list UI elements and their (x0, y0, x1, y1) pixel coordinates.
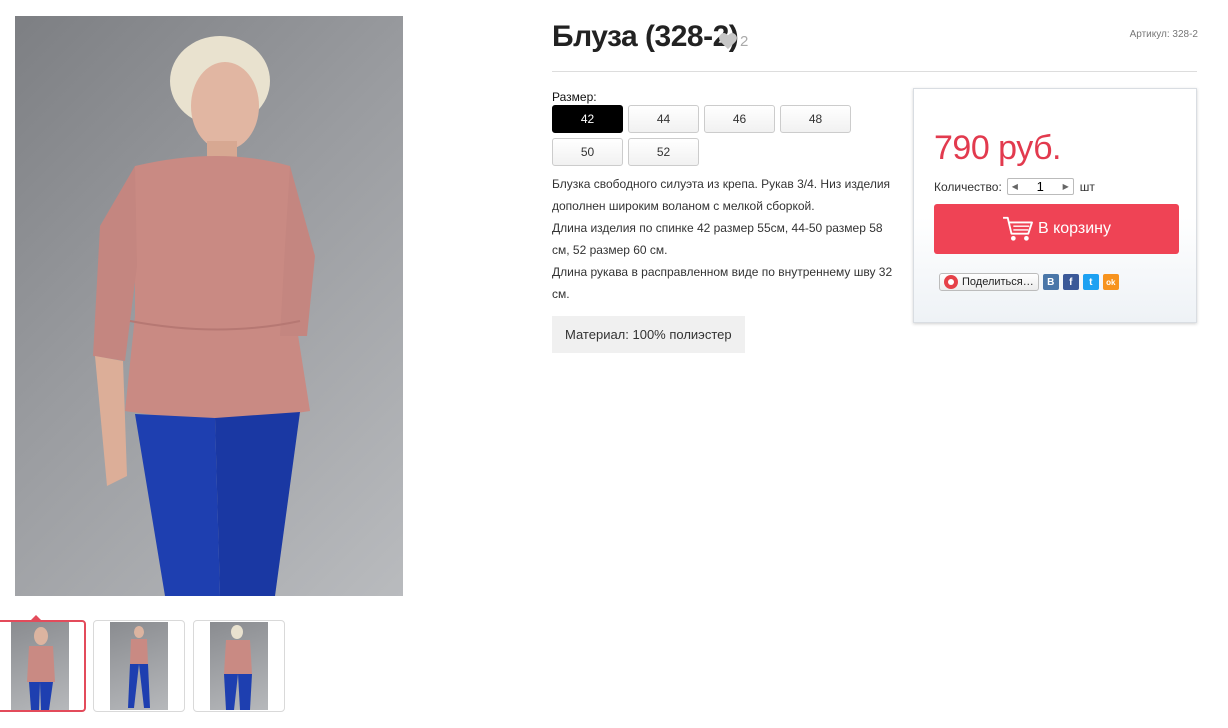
product-title: Блуза (328-2) (552, 20, 739, 53)
share-label: Поделиться… (962, 276, 1034, 288)
description-line: Длина изделия по спинке 42 размер 55см, … (552, 221, 883, 257)
thumbnail-1[interactable] (0, 615, 86, 712)
size-option-42[interactable]: 42 (552, 105, 623, 133)
vk-icon[interactable]: В (1042, 274, 1059, 290)
likes-count: 2 (740, 32, 749, 50)
quantity-row: Количество: ◀ 1 ▶ шт (934, 178, 1095, 195)
quantity-value[interactable]: 1 (1037, 179, 1044, 194)
thumbnail-image (210, 622, 268, 710)
share-row: Поделиться… В f t ok (939, 273, 1119, 291)
size-option-52[interactable]: 52 (628, 138, 699, 166)
twitter-icon[interactable]: t (1082, 274, 1099, 290)
description-line: Длина рукава в расправленном виде по вну… (552, 265, 893, 301)
size-option-46[interactable]: 46 (704, 105, 775, 133)
size-option-48[interactable]: 48 (780, 105, 851, 133)
size-label: Размер: (552, 90, 597, 104)
share-icon (944, 275, 958, 289)
increase-arrow-icon[interactable]: ▶ (1063, 182, 1069, 191)
description-line: Блузка свободного силуэта из крепа. Рука… (552, 177, 891, 213)
size-option-44[interactable]: 44 (628, 105, 699, 133)
material-info: Материал: 100% полиэстер (552, 316, 745, 353)
thumbnail-image (110, 622, 168, 710)
facebook-icon[interactable]: f (1062, 274, 1079, 290)
article-number: Артикул: 328-2 (1129, 29, 1198, 40)
quantity-stepper[interactable]: ◀ 1 ▶ (1006, 178, 1074, 195)
quantity-label: Количество: (934, 179, 1002, 194)
title-divider (552, 71, 1197, 72)
buy-box: 790 руб. Количество: ◀ 1 ▶ шт В корзину … (913, 88, 1197, 323)
add-to-cart-button[interactable]: В корзину (934, 204, 1179, 254)
price: 790 руб. (934, 129, 1062, 167)
share-button[interactable]: Поделиться… (939, 273, 1039, 291)
add-to-cart-label: В корзину (1037, 220, 1112, 237)
thumbnail-image (11, 622, 69, 710)
size-option-50[interactable]: 50 (552, 138, 623, 166)
heart-icon (719, 33, 737, 50)
likes-counter[interactable]: 2 (718, 32, 748, 50)
quantity-unit: шт (1079, 179, 1095, 194)
product-description: Блузка свободного силуэта из крепа. Рука… (552, 173, 897, 305)
odnoklassniki-icon[interactable]: ok (1102, 274, 1119, 290)
thumbnail-3[interactable] (193, 620, 285, 712)
thumbnail-2[interactable] (93, 620, 185, 712)
cart-icon (1003, 216, 1033, 241)
product-main-photo[interactable] (15, 16, 403, 596)
model-photo-illustration (93, 36, 315, 596)
decrease-arrow-icon[interactable]: ◀ (1012, 182, 1018, 191)
